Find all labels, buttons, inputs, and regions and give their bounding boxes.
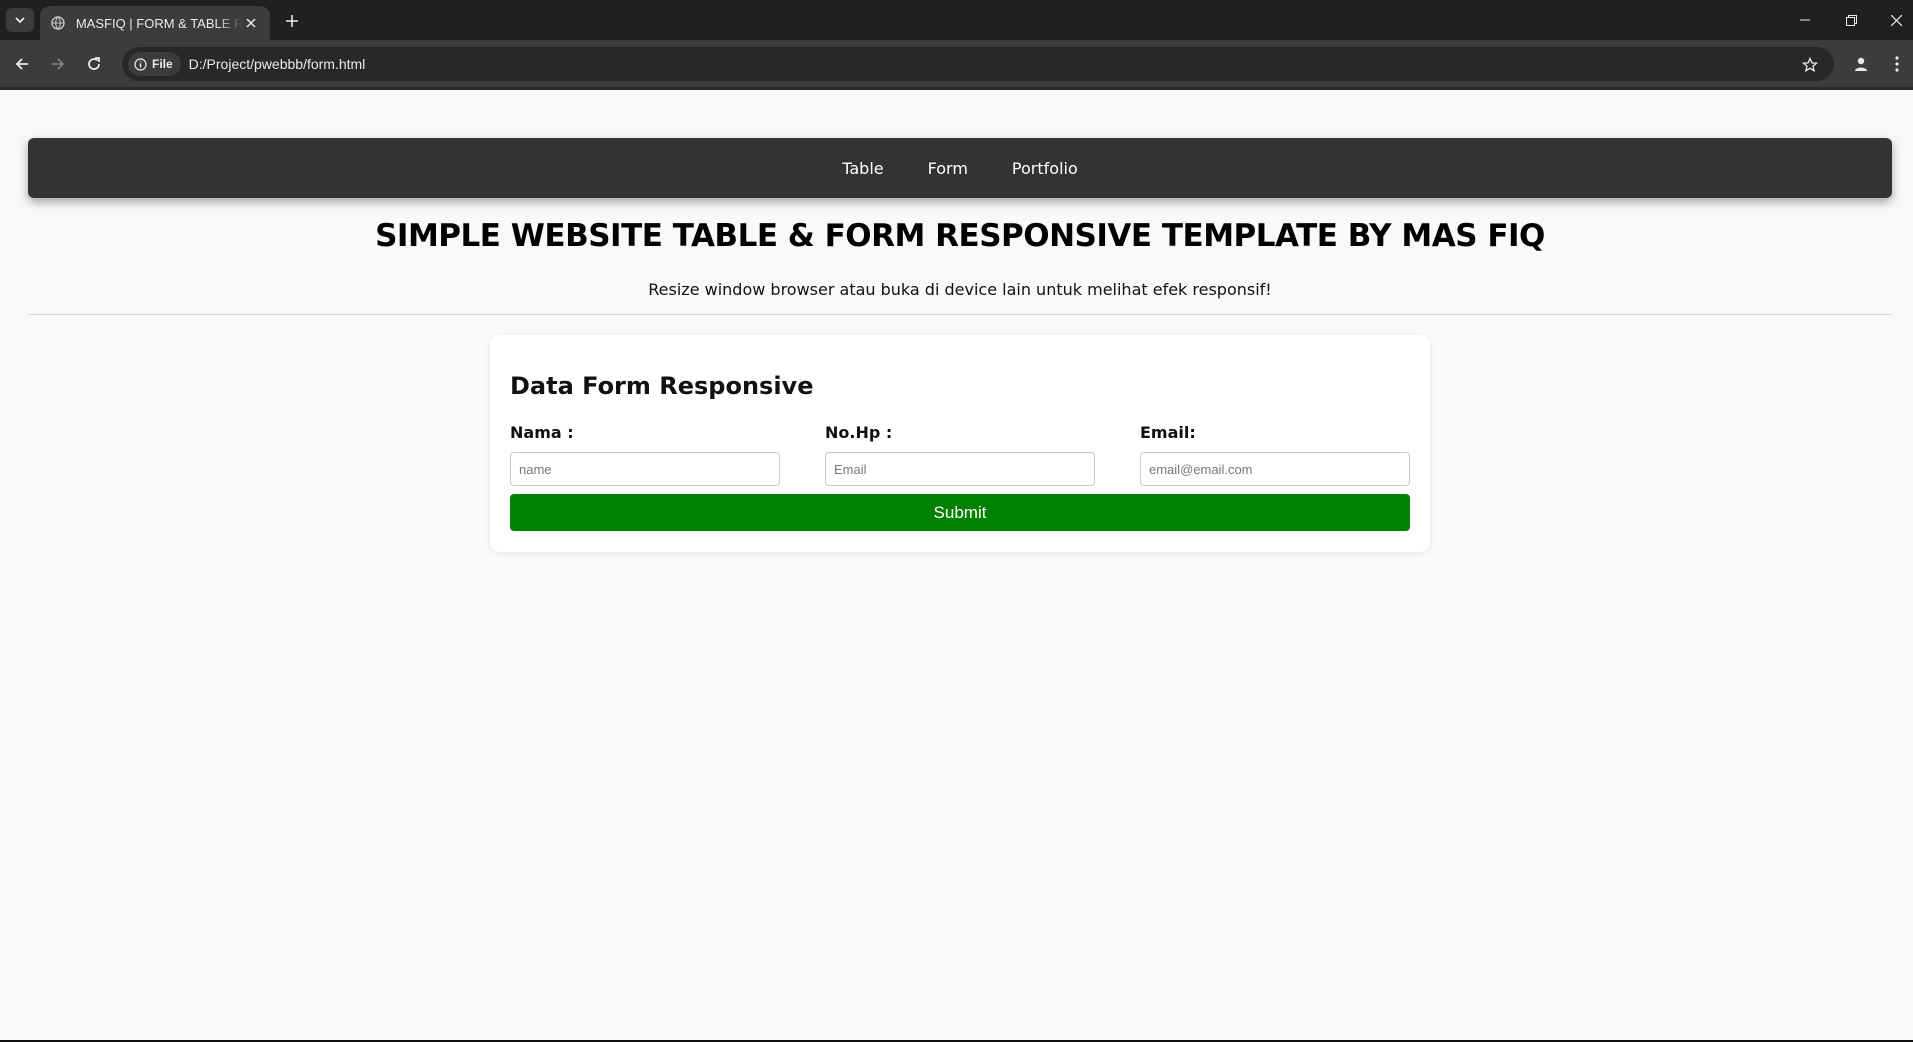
form-card: Data Form Responsive Nama : No.Hp : Emai… [490,335,1430,552]
new-tab-button[interactable] [281,10,303,32]
browser-toolbar: File D:/Project/pwebbb/form.html [0,40,1913,87]
back-button[interactable] [10,52,34,76]
field-label-nama: Nama : [510,423,574,442]
nav-link-table[interactable]: Table [842,159,883,178]
restore-button[interactable] [1828,0,1874,40]
nav-link-form[interactable]: Form [928,159,968,178]
submit-button[interactable]: Submit [510,494,1410,531]
globe-icon [50,15,66,31]
top-navbar: Table Form Portfolio [28,138,1892,198]
nohp-input[interactable] [825,452,1095,486]
back-icon [15,58,28,70]
page-subtitle: Resize window browser atau buka di devic… [648,280,1272,299]
reload-icon [88,57,100,70]
reload-button[interactable] [82,52,106,76]
field-email: Email: [1140,423,1410,486]
info-icon [134,57,147,71]
chevron-down-icon [15,17,25,24]
window-close-button[interactable] [1873,0,1913,40]
url-text[interactable]: D:/Project/pwebbb/form.html [189,56,366,72]
forward-icon [52,58,65,70]
window-close-icon [1890,14,1902,26]
forward-button[interactable] [46,52,70,76]
browser-menu-button[interactable] [1885,52,1909,76]
field-nama: Nama : [510,423,780,486]
minimize-button[interactable] [1782,0,1828,40]
star-icon[interactable] [1800,55,1820,75]
field-label-nohp: No.Hp : [825,423,893,442]
divider [28,314,1892,315]
kebab-menu-icon [1895,56,1899,72]
nama-input[interactable] [510,452,780,486]
tab-search-button[interactable] [6,8,34,32]
tab-title: MASFIQ | FORM & TABLE RESPONSIVE [75,15,243,31]
form-title: Data Form Responsive [510,372,814,400]
address-bar[interactable]: File D:/Project/pwebbb/form.html [122,47,1834,81]
site-info-label: File [152,57,173,71]
nav-link-portfolio[interactable]: Portfolio [1012,159,1078,178]
profile-button[interactable] [1849,52,1873,76]
page-title: SIMPLE WEBSITE TABLE & FORM RESPONSIVE T… [375,218,1545,254]
profile-icon [1855,57,1867,71]
page-content: Table Form Portfolio SIMPLE WEBSITE TABL… [0,90,1913,1042]
close-icon[interactable] [242,14,260,32]
field-label-email: Email: [1140,423,1196,442]
email-input[interactable] [1140,452,1410,486]
field-nohp: No.Hp : [825,423,1095,486]
plus-icon [286,15,298,27]
restore-icon [1845,14,1857,26]
tab-strip: MASFIQ | FORM & TABLE RESPONSIVE [0,0,1913,40]
browser-tab[interactable]: MASFIQ | FORM & TABLE RESPONSIVE [40,6,270,40]
site-info-chip[interactable]: File [128,52,181,76]
minimize-icon [1800,19,1810,21]
